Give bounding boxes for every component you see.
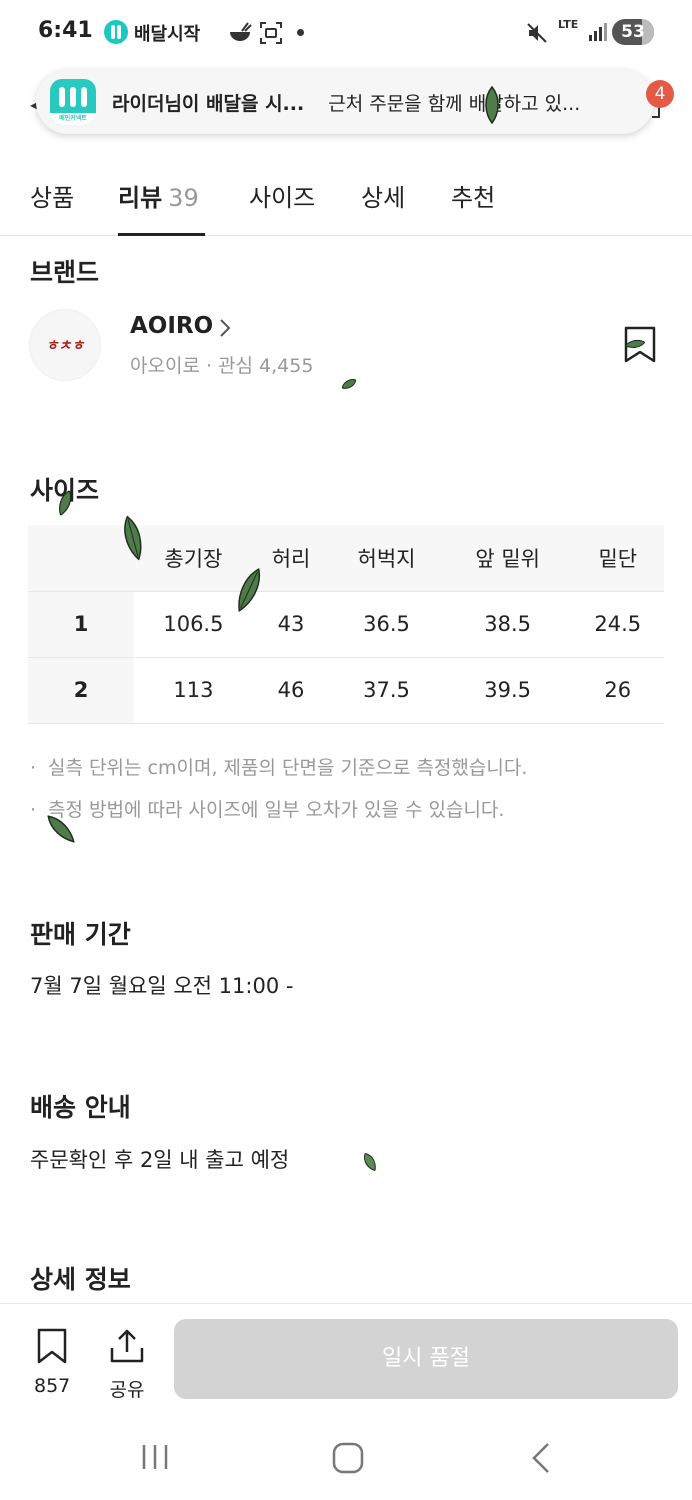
tab-review[interactable]: 리뷰 39 [118, 178, 205, 236]
delivery-app-icon [104, 20, 128, 44]
tab-label: 상세 [361, 184, 406, 212]
status-app-label: 배달시작 [134, 24, 201, 45]
system-nav-bar [0, 1414, 692, 1500]
shipping-text: 주문확인 후 2일 내 출고 예정 [30, 1148, 290, 1172]
sale-period-title: 판매 기간 [30, 920, 131, 949]
share-label: 공유 [109, 1379, 145, 1401]
bookmark-icon [37, 1328, 67, 1364]
column-header: 총기장 [134, 525, 253, 591]
app-icon-caption: 배민커넥트 [50, 113, 96, 125]
brand-meta: 아오이로 · 관심 4,455 [130, 355, 314, 377]
table-cell: 38.5 [443, 590, 572, 657]
tab-label: 상품 [30, 184, 75, 212]
review-count: 39 [168, 184, 199, 212]
more-notifications-dot [297, 29, 304, 36]
chevron-right-icon [220, 319, 231, 337]
leaf-decoration [363, 1152, 376, 1172]
table-cell: 113 [134, 656, 253, 724]
shipping-title: 배송 안내 [30, 1093, 131, 1122]
column-header: 앞 밑위 [443, 525, 572, 591]
tab-label: 추천 [451, 184, 496, 212]
signal-icon [589, 23, 607, 41]
table-cell: 37.5 [329, 656, 444, 724]
size-label: 2 [28, 656, 134, 724]
tab-recommend[interactable]: 추천 [451, 178, 495, 236]
home-icon[interactable] [332, 1442, 364, 1474]
size-note: 실측 단위는 cm이며, 제품의 단면을 기준으로 측정했습니다. [30, 747, 527, 789]
brand-section-title: 브랜드 [30, 258, 100, 287]
bowl-icon [230, 22, 252, 41]
size-table: 총기장 허리 허벅지 앞 밑위 밑단 1 106.5 43 36.5 38.5 … [28, 525, 664, 724]
size-note: 측정 방법에 따라 사이즈에 일부 오차가 있을 수 있습니다. [30, 789, 527, 831]
notification-count-badge: 4 [646, 80, 674, 108]
tab-label: 리뷰 [118, 184, 163, 212]
tab-size[interactable]: 사이즈 [249, 178, 315, 236]
table-cell: 36.5 [329, 590, 444, 657]
product-tabs: 상품 리뷰 39 사이즈 상세 추천 [0, 160, 692, 236]
mute-icon [527, 23, 547, 43]
column-header: 밑단 [571, 525, 664, 591]
detail-info-title: 상세 정보 [30, 1265, 131, 1294]
table-cell: 26 [571, 656, 664, 724]
brand-logo[interactable]: ㅎㅊㅎ [29, 309, 101, 381]
baemin-connect-icon: 배민커넥트 [50, 79, 96, 125]
tab-detail[interactable]: 상세 [361, 178, 405, 236]
notification-title: 라이더님이 배달을 시... [112, 92, 305, 115]
brand-name-link[interactable]: AOIRO [130, 313, 213, 339]
battery-indicator: 53 [612, 19, 654, 45]
size-label: 1 [28, 590, 134, 657]
bookmark-button[interactable]: 857 [34, 1328, 70, 1397]
table-cell: 39.5 [443, 656, 572, 724]
status-bar: 6:41 배달시작 LTE 53 [0, 0, 692, 64]
live-notification-pill[interactable]: 배민커넥트 라이더님이 배달을 시... 근처 주문을 함께 배달하고 있... [36, 70, 654, 134]
leaf-decoration [341, 379, 357, 389]
bottom-action-bar: 857 공유 일시 품절 [0, 1304, 692, 1414]
table-corner [28, 525, 134, 591]
status-time: 6:41 [38, 18, 93, 43]
tab-label: 사이즈 [249, 184, 316, 212]
sale-period-text: 7월 7일 월요일 오전 11:00 - [30, 974, 294, 998]
brand-logo-text: ㅎㅊㅎ [45, 338, 85, 354]
bookmark-count: 857 [34, 1375, 71, 1397]
leaf-decoration [485, 86, 499, 124]
recents-icon[interactable] [140, 1442, 170, 1472]
size-notes: 실측 단위는 cm이며, 제품의 단면을 기준으로 측정했습니다. 측정 방법에… [30, 747, 527, 831]
table-cell: 43 [252, 590, 330, 657]
share-button[interactable]: 공유 [108, 1328, 146, 1402]
back-icon[interactable] [530, 1442, 552, 1474]
notification-body: 근처 주문을 함께 배달하고 있... [328, 92, 581, 115]
column-header: 허벅지 [329, 525, 444, 591]
soldout-button[interactable]: 일시 품절 [174, 1319, 678, 1399]
table-cell: 46 [252, 656, 330, 724]
table-cell: 24.5 [571, 590, 664, 657]
table-row: 2 113 46 37.5 39.5 26 [28, 656, 664, 724]
lte-indicator: LTE [558, 18, 579, 31]
share-icon [110, 1329, 144, 1363]
table-row: 1 106.5 43 36.5 38.5 24.5 [28, 590, 664, 657]
tab-product[interactable]: 상품 [30, 178, 74, 236]
screenshot-icon [260, 22, 282, 44]
